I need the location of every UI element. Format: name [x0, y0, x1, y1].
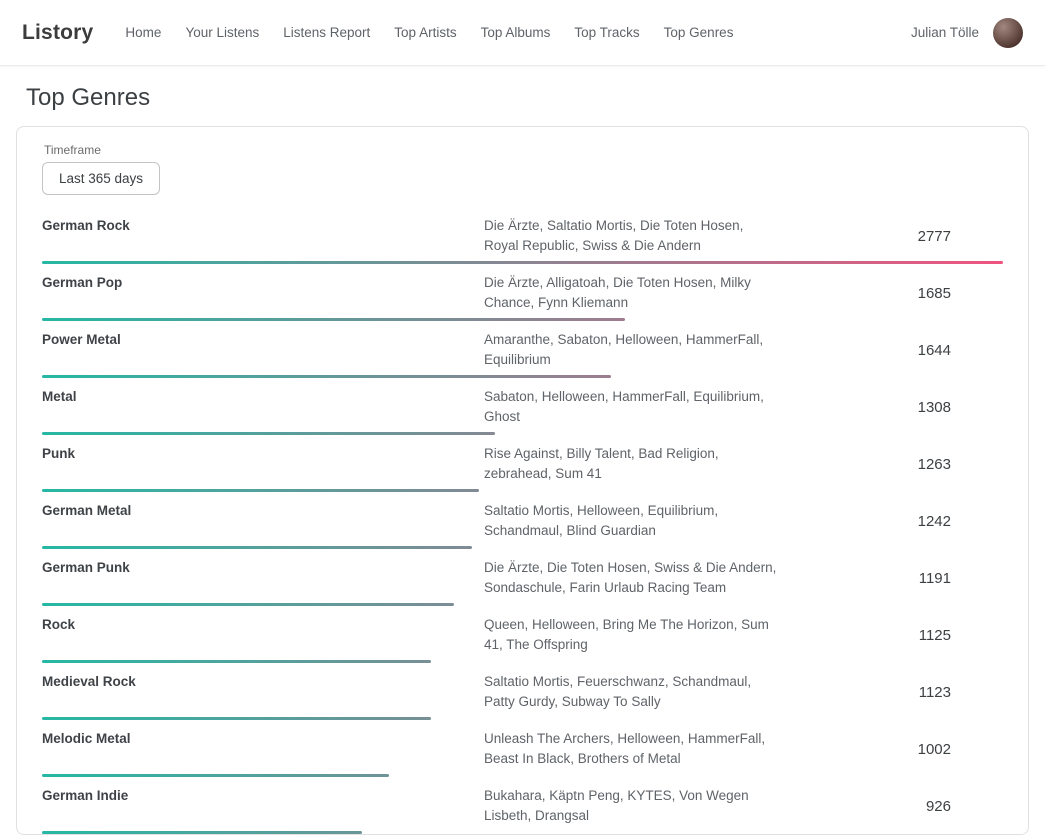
genre-listen-count: 1308 — [779, 399, 1003, 416]
genre-row: Power Metal Amaranthe, Sabaton, Hellowee… — [42, 321, 1003, 378]
genre-top-artists: Saltatio Mortis, Helloween, Equilibrium,… — [484, 501, 779, 541]
genre-name: German Punk — [42, 558, 484, 575]
genre-name: Power Metal — [42, 330, 484, 347]
genre-top-artists: Saltatio Mortis, Feuerschwanz, Schandmau… — [484, 672, 779, 712]
genre-row: German Pop Die Ärzte, Alligatoah, Die To… — [42, 264, 1003, 321]
genre-row: Punk Rise Against, Billy Talent, Bad Rel… — [42, 435, 1003, 492]
genre-row-content: Metal Sabaton, Helloween, HammerFall, Eq… — [42, 387, 1003, 427]
genre-top-artists: Rise Against, Billy Talent, Bad Religion… — [484, 444, 779, 484]
genre-row-content: Melodic Metal Unleash The Archers, Hello… — [42, 729, 1003, 769]
nav-item-top-genres[interactable]: Top Genres — [664, 25, 734, 40]
genre-row: Metal Sabaton, Helloween, HammerFall, Eq… — [42, 378, 1003, 435]
genre-row-content: German Punk Die Ärzte, Die Toten Hosen, … — [42, 558, 1003, 598]
genre-name: Rock — [42, 615, 484, 632]
app-logo[interactable]: Listory — [22, 21, 93, 45]
genre-row: Melodic Metal Unleash The Archers, Hello… — [42, 720, 1003, 777]
genre-name: Medieval Rock — [42, 672, 484, 689]
genre-listen-count: 1125 — [779, 627, 1003, 644]
genre-row: Medieval Rock Saltatio Mortis, Feuerschw… — [42, 663, 1003, 720]
genre-top-artists: Sabaton, Helloween, HammerFall, Equilibr… — [484, 387, 779, 427]
main-nav: Home Your Listens Listens Report Top Art… — [125, 25, 757, 40]
genre-row-content: Power Metal Amaranthe, Sabaton, Hellowee… — [42, 330, 1003, 370]
genre-listen-count: 1002 — [779, 741, 1003, 758]
nav-item-top-artists[interactable]: Top Artists — [394, 25, 456, 40]
genre-top-artists: Die Ärzte, Alligatoah, Die Toten Hosen, … — [484, 273, 779, 313]
top-genres-card: Timeframe Last 365 days German Rock Die … — [16, 126, 1029, 835]
genres-table: German Rock Die Ärzte, Saltatio Mortis, … — [42, 207, 1003, 834]
genre-name: German Pop — [42, 273, 484, 290]
genre-top-artists: Die Ärzte, Saltatio Mortis, Die Toten Ho… — [484, 216, 779, 256]
nav-item-top-tracks[interactable]: Top Tracks — [574, 25, 639, 40]
genre-listen-count: 1644 — [779, 342, 1003, 359]
genre-top-artists: Queen, Helloween, Bring Me The Horizon, … — [484, 615, 779, 655]
genre-listen-count: 1242 — [779, 513, 1003, 530]
genre-listen-count: 1123 — [779, 684, 1003, 701]
nav-item-listens-report[interactable]: Listens Report — [283, 25, 370, 40]
genre-name: German Indie — [42, 786, 484, 803]
genre-name: Punk — [42, 444, 484, 461]
user-avatar[interactable] — [993, 18, 1023, 48]
top-nav-bar: Listory Home Your Listens Listens Report… — [0, 0, 1045, 66]
genre-progress-bar — [42, 831, 1003, 834]
nav-item-top-albums[interactable]: Top Albums — [481, 25, 551, 40]
genre-name: German Rock — [42, 216, 484, 233]
genre-row-content: German Indie Bukahara, Käptn Peng, KYTES… — [42, 786, 1003, 826]
genre-listen-count: 1685 — [779, 285, 1003, 302]
page-title: Top Genres — [26, 84, 1019, 112]
genre-row-content: Rock Queen, Helloween, Bring Me The Hori… — [42, 615, 1003, 655]
genre-listen-count: 926 — [779, 798, 1003, 815]
genre-name: German Metal — [42, 501, 484, 518]
timeframe-select[interactable]: Last 365 days — [42, 162, 160, 195]
genre-progress-bar-fill — [42, 831, 362, 834]
genre-top-artists: Unleash The Archers, Helloween, HammerFa… — [484, 729, 779, 769]
genre-top-artists: Bukahara, Käptn Peng, KYTES, Von Wegen L… — [484, 786, 779, 826]
timeframe-filter: Timeframe Last 365 days — [42, 143, 1003, 195]
genre-top-artists: Amaranthe, Sabaton, Helloween, HammerFal… — [484, 330, 779, 370]
genre-listen-count: 2777 — [779, 228, 1003, 245]
user-name[interactable]: Julian Tölle — [911, 25, 979, 40]
genre-listen-count: 1191 — [779, 570, 1003, 587]
nav-item-your-listens[interactable]: Your Listens — [185, 25, 259, 40]
genre-row-content: German Metal Saltatio Mortis, Helloween,… — [42, 501, 1003, 541]
genre-row-content: Medieval Rock Saltatio Mortis, Feuerschw… — [42, 672, 1003, 712]
timeframe-label: Timeframe — [44, 143, 1003, 157]
genre-row: German Rock Die Ärzte, Saltatio Mortis, … — [42, 207, 1003, 264]
genre-name: Metal — [42, 387, 484, 404]
genre-listen-count: 1263 — [779, 456, 1003, 473]
page-content: Top Genres Timeframe Last 365 days Germa… — [0, 84, 1045, 835]
genre-row-content: German Rock Die Ärzte, Saltatio Mortis, … — [42, 216, 1003, 256]
genre-row: Rock Queen, Helloween, Bring Me The Hori… — [42, 606, 1003, 663]
genre-row-content: German Pop Die Ärzte, Alligatoah, Die To… — [42, 273, 1003, 313]
genre-row-content: Punk Rise Against, Billy Talent, Bad Rel… — [42, 444, 1003, 484]
genre-top-artists: Die Ärzte, Die Toten Hosen, Swiss & Die … — [484, 558, 779, 598]
genre-row: German Punk Die Ärzte, Die Toten Hosen, … — [42, 549, 1003, 606]
genre-row: German Indie Bukahara, Käptn Peng, KYTES… — [42, 777, 1003, 834]
genre-row: German Metal Saltatio Mortis, Helloween,… — [42, 492, 1003, 549]
genre-name: Melodic Metal — [42, 729, 484, 746]
nav-item-home[interactable]: Home — [125, 25, 161, 40]
